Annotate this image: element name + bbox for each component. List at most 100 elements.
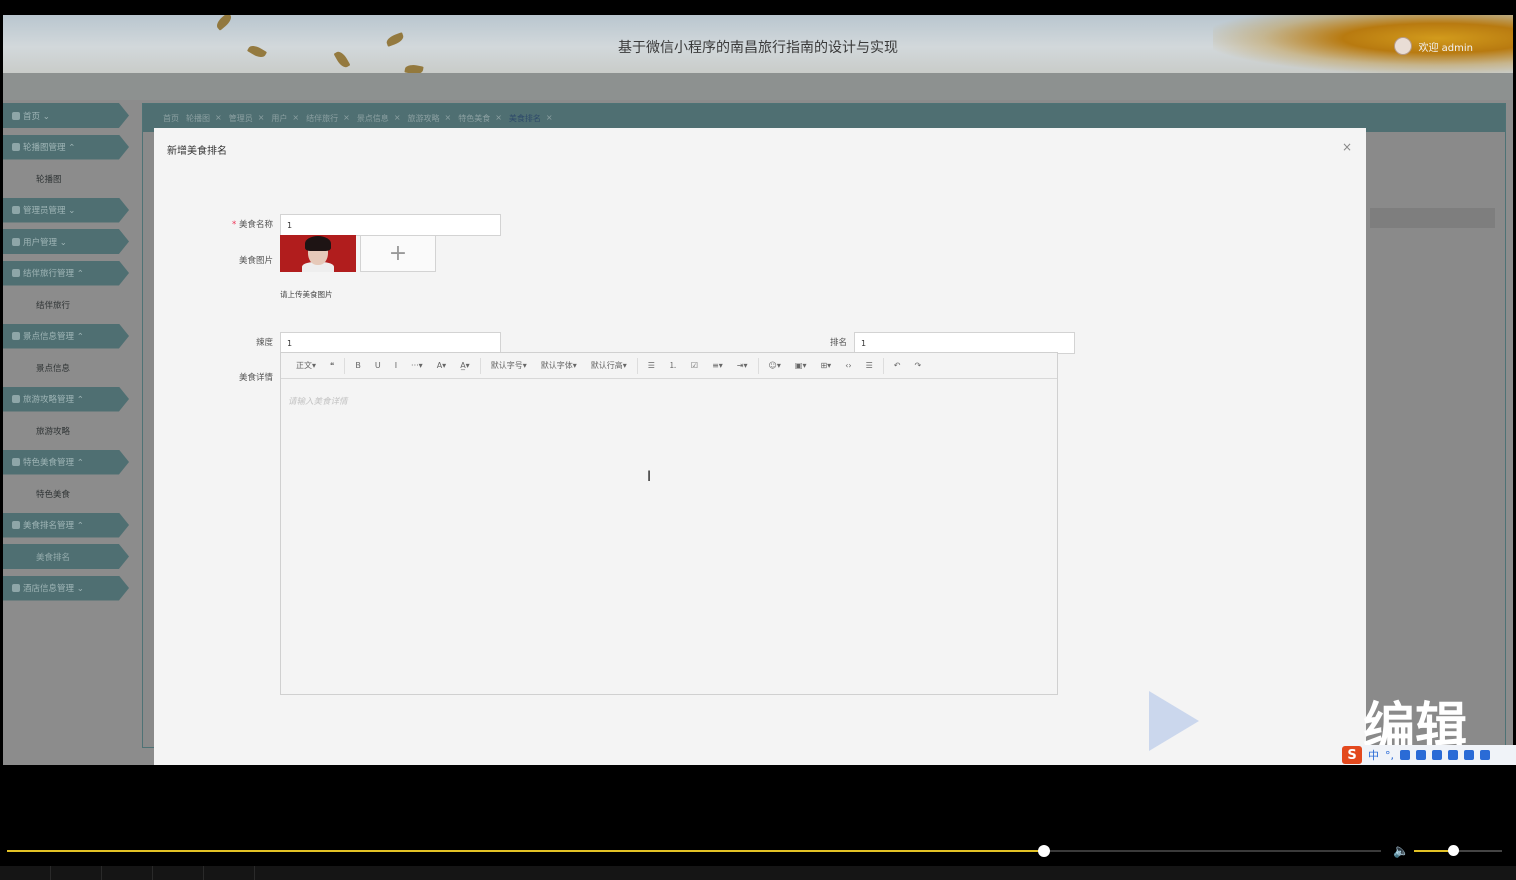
- close-icon[interactable]: ×: [292, 113, 299, 124]
- list-icon: [12, 269, 20, 277]
- font-family-select[interactable]: 默认字体▾: [534, 360, 584, 371]
- rich-text-editor[interactable]: 正文▾ ❝ B U I ···▾ A▾ A̲▾ 默认字号▾ 默认字体▾ 默认行高…: [280, 352, 1058, 695]
- sidebar-sub-carousel[interactable]: 轮播图: [3, 166, 133, 191]
- ranking-icon: [12, 521, 20, 529]
- tab-users[interactable]: 用户 ×: [271, 113, 299, 124]
- ime-punctuation[interactable]: °,: [1385, 749, 1394, 762]
- sidebar-sub-food[interactable]: 特色美食: [3, 481, 133, 506]
- sidebar-sub-companion[interactable]: 结伴旅行: [3, 292, 133, 317]
- sidebar-item-admin[interactable]: 管理员管理 ⌄: [3, 197, 129, 223]
- settings-icon[interactable]: [1480, 750, 1490, 760]
- indent-icon[interactable]: ⇥▾: [730, 361, 755, 370]
- avatar[interactable]: [1394, 37, 1413, 55]
- volume-handle[interactable]: [1447, 845, 1459, 856]
- microphone-icon[interactable]: [1400, 750, 1410, 760]
- tab-attractions[interactable]: 景点信息 ×: [357, 113, 401, 124]
- table-icon: [12, 395, 20, 403]
- sogou-logo-icon[interactable]: S: [1342, 746, 1362, 764]
- close-icon[interactable]: ×: [343, 113, 350, 124]
- tab-food-ranking[interactable]: 美食排名 ×: [509, 113, 553, 124]
- sidebar-item-food-ranking[interactable]: 美食排名管理 ⌃: [3, 512, 129, 538]
- bottom-segment: [0, 866, 51, 880]
- food-name-input[interactable]: [280, 214, 501, 236]
- food-image-thumbnail[interactable]: [280, 235, 356, 272]
- close-icon[interactable]: ×: [215, 113, 222, 124]
- toolbox-icon[interactable]: [1448, 750, 1458, 760]
- spice-level-input[interactable]: [280, 332, 501, 354]
- tab-home[interactable]: 首页: [163, 113, 179, 124]
- progress-handle[interactable]: [1038, 845, 1051, 857]
- volume-slider[interactable]: [1414, 845, 1502, 856]
- toolbar-divider: [344, 357, 346, 374]
- image-icon: [12, 143, 20, 151]
- sidebar-item-food[interactable]: 特色美食管理 ⌃: [3, 449, 129, 475]
- upload-hint: 请上传美食图片: [280, 290, 333, 299]
- background-color-icon[interactable]: A̲▾: [453, 361, 477, 370]
- dialog-title: 新增美食排名: [167, 146, 227, 157]
- upload-image-button[interactable]: +: [360, 235, 436, 272]
- align-icon[interactable]: ≡▾: [705, 361, 730, 370]
- tab-admin[interactable]: 管理员 ×: [229, 113, 265, 124]
- todo-icon[interactable]: ☑: [684, 361, 705, 370]
- rank-input[interactable]: [854, 332, 1075, 354]
- playback-progress-bar[interactable]: [7, 845, 1381, 857]
- numbered-list-icon[interactable]: ⒈: [662, 360, 684, 371]
- sidebar-sub-guides[interactable]: 旅游攻略: [3, 418, 133, 443]
- skin-icon[interactable]: [1432, 750, 1442, 760]
- italic-icon[interactable]: I: [388, 361, 404, 370]
- sidebar-item-home[interactable]: 首页 ⌄: [3, 103, 129, 128]
- sidebar-item-hotels[interactable]: 酒店信息管理 ⌄: [3, 575, 129, 601]
- paragraph-format-select[interactable]: 正文▾: [289, 360, 323, 371]
- sidebar-sub-attractions[interactable]: 景点信息: [3, 355, 133, 380]
- line-height-select[interactable]: 默认行高▾: [584, 360, 634, 371]
- sidebar-item-guides[interactable]: 旅游攻略管理 ⌃: [3, 386, 129, 412]
- ime-toolbar[interactable]: S 中 °,: [1340, 745, 1516, 765]
- toolbar-divider: [882, 357, 884, 374]
- volume-icon[interactable]: 🔈: [1393, 844, 1409, 859]
- underline-icon[interactable]: U: [368, 361, 388, 370]
- required-mark: *: [232, 220, 239, 230]
- apps-icon[interactable]: [1464, 750, 1474, 760]
- close-icon[interactable]: ×: [394, 113, 401, 124]
- tab-food[interactable]: 特色美食 ×: [458, 113, 502, 124]
- code-icon[interactable]: ‹›: [838, 361, 858, 370]
- bold-icon[interactable]: B: [348, 361, 368, 370]
- hotel-icon: [12, 584, 20, 592]
- tab-carousel[interactable]: 轮播图 ×: [186, 113, 222, 124]
- insert-table-icon[interactable]: ⊞▾: [813, 361, 838, 370]
- food-image-label: 美食图片: [238, 256, 273, 266]
- font-size-select[interactable]: 默认字号▾: [484, 360, 534, 371]
- keyboard-icon[interactable]: [1416, 750, 1426, 760]
- food-icon: [12, 458, 20, 466]
- emoji-icon[interactable]: ☺▾: [762, 361, 788, 370]
- redo-icon[interactable]: ↷: [907, 361, 928, 370]
- sidebar-item-users[interactable]: 用户管理 ⌄: [3, 229, 129, 254]
- close-icon[interactable]: ×: [495, 113, 502, 124]
- video-frame: 基于微信小程序的南昌旅行指南的设计与实现 欢迎 admin 首页 ⌄ 轮播图管理…: [3, 15, 1513, 765]
- undo-icon[interactable]: ↶: [887, 361, 908, 370]
- bulleted-list-icon[interactable]: ☰: [641, 361, 662, 370]
- editor-toolbar: 正文▾ ❝ B U I ···▾ A▾ A̲▾ 默认字号▾ 默认字体▾ 默认行高…: [281, 353, 1057, 379]
- close-icon[interactable]: ×: [258, 113, 265, 124]
- ime-language[interactable]: 中: [1368, 747, 1379, 763]
- quote-icon[interactable]: ❝: [323, 361, 341, 370]
- divider-line-icon[interactable]: ☰: [859, 361, 880, 370]
- sidebar-sub-food-ranking[interactable]: 美食排名: [3, 544, 129, 569]
- app-header: 基于微信小程序的南昌旅行指南的设计与实现 欢迎 admin: [3, 15, 1513, 76]
- font-color-icon[interactable]: A▾: [430, 361, 454, 370]
- more-icon[interactable]: ···▾: [404, 361, 430, 370]
- food-detail-label: 美食详情: [238, 373, 273, 383]
- close-icon[interactable]: ×: [546, 113, 553, 124]
- insert-image-icon[interactable]: ▣▾: [788, 361, 814, 370]
- close-icon[interactable]: ×: [445, 113, 452, 124]
- tab-guides[interactable]: 旅游攻略 ×: [408, 113, 452, 124]
- volume-fill: [1414, 850, 1453, 852]
- gear-icon: [12, 206, 20, 214]
- sidebar-item-carousel[interactable]: 轮播图管理 ⌃: [3, 134, 129, 160]
- sidebar-item-companion[interactable]: 结伴旅行管理 ⌃: [3, 260, 129, 286]
- site-title: 基于微信小程序的南昌旅行指南的设计与实现: [618, 39, 898, 55]
- close-icon[interactable]: ×: [1342, 140, 1352, 154]
- user-menu[interactable]: 欢迎 admin: [1394, 37, 1473, 55]
- sidebar-item-attractions[interactable]: 景点信息管理 ⌃: [3, 323, 129, 349]
- tab-companion[interactable]: 结伴旅行 ×: [306, 113, 350, 124]
